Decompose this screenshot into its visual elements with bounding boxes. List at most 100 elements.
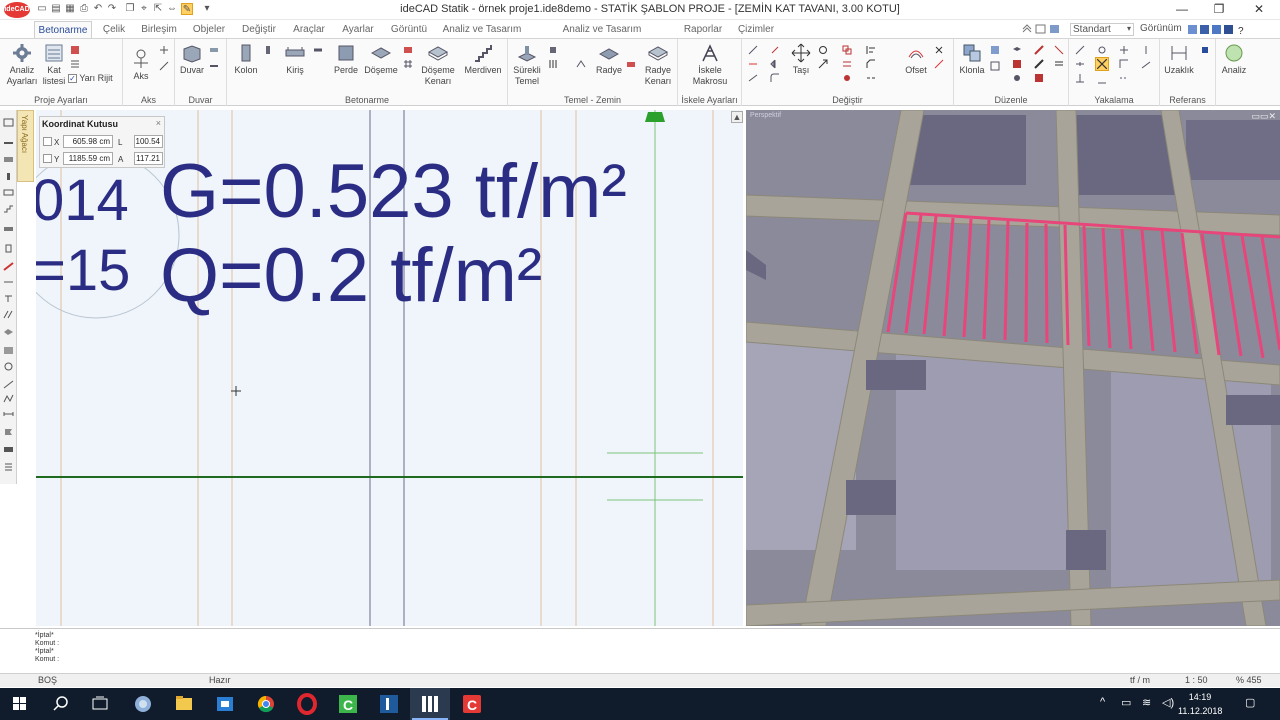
- tool-hatch-icon[interactable]: [3, 310, 14, 319]
- tab-araclar[interactable]: Araçlar: [290, 21, 328, 39]
- battery-icon[interactable]: ▭: [1121, 696, 1131, 709]
- mirror-icon[interactable]: [770, 59, 780, 69]
- radye-button[interactable]: Radye: [592, 43, 626, 76]
- ofset-button[interactable]: Ofset: [900, 43, 932, 76]
- undo-icon[interactable]: ↶: [92, 3, 104, 15]
- snap-icon[interactable]: ⌖: [138, 3, 150, 15]
- view-menu[interactable]: Görünüm: [1140, 23, 1182, 34]
- erase-icon[interactable]: [934, 59, 944, 69]
- wifi-icon[interactable]: ≋: [1142, 696, 1151, 709]
- y-coordinate-field[interactable]: 1185.59 cm: [63, 152, 113, 165]
- snap-midpoint-icon[interactable]: [1075, 59, 1085, 69]
- property-icon[interactable]: [1012, 59, 1022, 69]
- tool-line-icon[interactable]: [3, 380, 14, 389]
- doseme-button[interactable]: Döşeme: [363, 43, 399, 76]
- snap-endpoint-icon[interactable]: [1075, 45, 1085, 55]
- stretch-icon[interactable]: [748, 45, 758, 55]
- print-icon[interactable]: ⎙: [78, 3, 90, 15]
- perde-button[interactable]: Perde: [331, 43, 361, 76]
- tool-dim-icon[interactable]: [3, 278, 14, 287]
- ribbon-options-icon[interactable]: [1022, 23, 1062, 35]
- slab-grid-icon[interactable]: [403, 59, 413, 69]
- tool-stair-icon[interactable]: [3, 204, 14, 213]
- tag-icon[interactable]: [1034, 73, 1044, 83]
- snap-angle-icon[interactable]: [1141, 59, 1151, 69]
- merdiven-button[interactable]: Merdiven: [463, 43, 503, 76]
- maximize-view-icon[interactable]: ▲: [731, 111, 743, 123]
- copy-prop-icon[interactable]: [1034, 45, 1044, 55]
- network-app-icon[interactable]: [123, 688, 163, 720]
- active-tool-icon[interactable]: ✎: [181, 3, 193, 15]
- pile-icon[interactable]: [548, 59, 558, 69]
- tool-column-icon[interactable]: [3, 172, 14, 181]
- save-icon[interactable]: ▦: [64, 3, 76, 15]
- minimize-icon[interactable]: —: [1167, 1, 1197, 18]
- fillet-icon[interactable]: [770, 73, 780, 83]
- tasi-button[interactable]: Taşı: [788, 43, 814, 76]
- soil-icon[interactable]: [576, 59, 586, 69]
- snap-center-icon[interactable]: [1097, 45, 1107, 55]
- list-icon[interactable]: [1054, 59, 1064, 69]
- tab-degistir[interactable]: Değiştir: [240, 21, 278, 39]
- length-field[interactable]: 100.54: [134, 135, 163, 148]
- array-icon[interactable]: [842, 59, 852, 69]
- profile-select[interactable]: Standart ▾: [1070, 23, 1134, 36]
- footing-small-icon[interactable]: [548, 45, 558, 55]
- close-icon[interactable]: ×: [156, 118, 161, 128]
- edit-small-icon[interactable]: [990, 45, 1000, 55]
- snap-axis-icon[interactable]: [1141, 45, 1151, 55]
- explode-icon[interactable]: [842, 73, 852, 83]
- blue-app-icon[interactable]: [369, 688, 409, 720]
- raft-small-icon[interactable]: [626, 59, 636, 69]
- extend-icon[interactable]: [748, 73, 758, 83]
- trim-icon[interactable]: [748, 59, 758, 69]
- open-icon[interactable]: ▤: [50, 3, 62, 15]
- tab-raporlar[interactable]: Raporlar: [680, 21, 726, 39]
- perspective-view[interactable]: Perspektif ▭▭✕: [746, 110, 1280, 626]
- ribbon-view-icons[interactable]: ?: [1188, 23, 1250, 36]
- tab-analiz-goruntuleme[interactable]: Analiz ve Tasarım Görüntüleme: [534, 21, 670, 52]
- command-panel[interactable]: *İptal* Komut : *İptal* Komut :: [0, 628, 1280, 673]
- ref-point-icon[interactable]: [1200, 45, 1210, 55]
- kat-listesi-button[interactable]: Kat listesi: [42, 43, 66, 87]
- kiris-button[interactable]: Kiriş: [279, 43, 311, 76]
- new-file-icon[interactable]: ▭: [36, 3, 48, 15]
- view-controls-icon[interactable]: ▭▭✕: [1251, 111, 1276, 122]
- beam-small-icon[interactable]: [313, 45, 323, 55]
- volume-icon[interactable]: ◁): [1162, 696, 1174, 709]
- tab-analiz-tasarim[interactable]: Analiz ve Tasarım: [442, 21, 522, 39]
- tool-slab-icon[interactable]: [3, 155, 14, 164]
- tool-text-icon[interactable]: [3, 294, 14, 303]
- uzaklik-button[interactable]: Uzaklık: [1162, 43, 1196, 76]
- windows-start-icon[interactable]: [0, 688, 40, 720]
- column-small-icon[interactable]: [263, 45, 273, 55]
- system-clock[interactable]: 14:19 11.12.2018: [1178, 690, 1222, 718]
- tab-objeler[interactable]: Objeler: [190, 21, 228, 39]
- tab-goruntu[interactable]: Görüntü: [387, 21, 431, 39]
- opera-icon[interactable]: [287, 688, 327, 720]
- snap-near-icon[interactable]: [1097, 75, 1107, 85]
- tool-print-icon[interactable]: [3, 444, 14, 453]
- aks-button[interactable]: Aks: [127, 49, 155, 82]
- tool-circle-icon[interactable]: [3, 362, 14, 371]
- red-app-icon[interactable]: C: [452, 688, 492, 720]
- tab-birlesim[interactable]: Birleşim: [140, 21, 178, 39]
- scale-icon[interactable]: [818, 59, 828, 69]
- plan-canvas[interactable]: 014 =15 G=0.523 tf/m² Q=0.2 tf/m²: [36, 110, 743, 626]
- copy-small-icon[interactable]: [842, 45, 852, 55]
- x-coordinate-field[interactable]: 605.98 cm: [63, 135, 113, 148]
- notification-icon[interactable]: ▢: [1245, 696, 1255, 709]
- status-unit[interactable]: tf / m: [1130, 675, 1150, 685]
- surekli-temel-button[interactable]: Sürekli Temel: [510, 43, 544, 87]
- join-icon[interactable]: [866, 73, 876, 83]
- search-icon[interactable]: [41, 688, 81, 720]
- chevron-up-icon[interactable]: ^: [1100, 696, 1105, 708]
- x-lock-checkbox[interactable]: [43, 137, 52, 146]
- tool-layer-icon[interactable]: [3, 328, 14, 337]
- axis-edit-icon[interactable]: [159, 61, 169, 71]
- tool-measure-icon[interactable]: [3, 410, 14, 419]
- tool-footing-icon[interactable]: [3, 224, 14, 233]
- tab-cizimler[interactable]: Çizimler: [736, 21, 776, 39]
- tool-select-icon[interactable]: [3, 118, 14, 127]
- slab-small-icon[interactable]: [403, 45, 413, 55]
